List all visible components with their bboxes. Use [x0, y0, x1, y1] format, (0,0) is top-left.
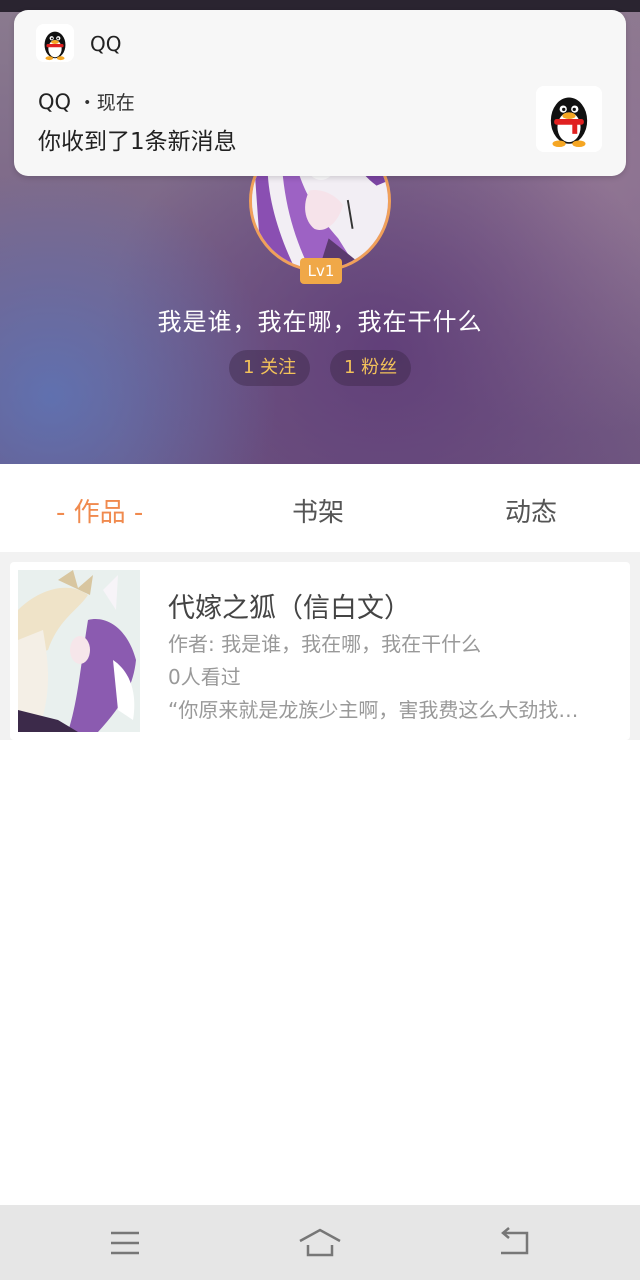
profile-username: 我是谁，我在哪，我在干什么	[157, 308, 483, 336]
notification-title: QQ	[38, 90, 72, 114]
tab-works[interactable]: - 作品 -	[56, 492, 143, 529]
notification-app-name: QQ	[90, 32, 122, 56]
fans-count-button[interactable]: 1 粉丝	[330, 350, 412, 386]
tab-activity[interactable]: 动态	[505, 492, 557, 529]
notification-header: QQ ・现在	[38, 88, 135, 115]
notification-time: ・现在	[77, 92, 135, 114]
qq-notification[interactable]: QQ QQ ・现在 你收到了1条新消息	[14, 10, 626, 176]
book-cover-image	[18, 570, 140, 732]
qq-penguin-icon	[36, 24, 74, 62]
book-card[interactable]: 代嫁之狐（信白文） 作者: 我是谁，我在哪，我在干什么 0人看过 “你原来就是龙…	[10, 562, 630, 740]
book-title: 代嫁之狐（信白文）	[168, 593, 411, 624]
book-author: 作者: 我是谁，我在哪，我在干什么	[168, 632, 482, 656]
home-icon[interactable]	[298, 1225, 342, 1261]
book-excerpt: “你原来就是龙族少主啊，害我费这么大劲找…	[168, 698, 579, 722]
notification-message: 你收到了1条新消息	[38, 129, 237, 155]
menu-icon[interactable]	[103, 1225, 147, 1261]
profile-tabs: - 作品 - 书架 动态	[0, 464, 640, 552]
tab-bookshelf[interactable]: 书架	[292, 492, 344, 529]
system-nav-bar	[0, 1205, 640, 1280]
qq-penguin-large-icon	[536, 86, 602, 152]
book-view-count: 0人看过	[168, 665, 241, 689]
level-badge: Lv1	[300, 258, 342, 284]
back-icon[interactable]	[493, 1225, 537, 1261]
follow-count-button[interactable]: 1 关注	[229, 350, 311, 386]
